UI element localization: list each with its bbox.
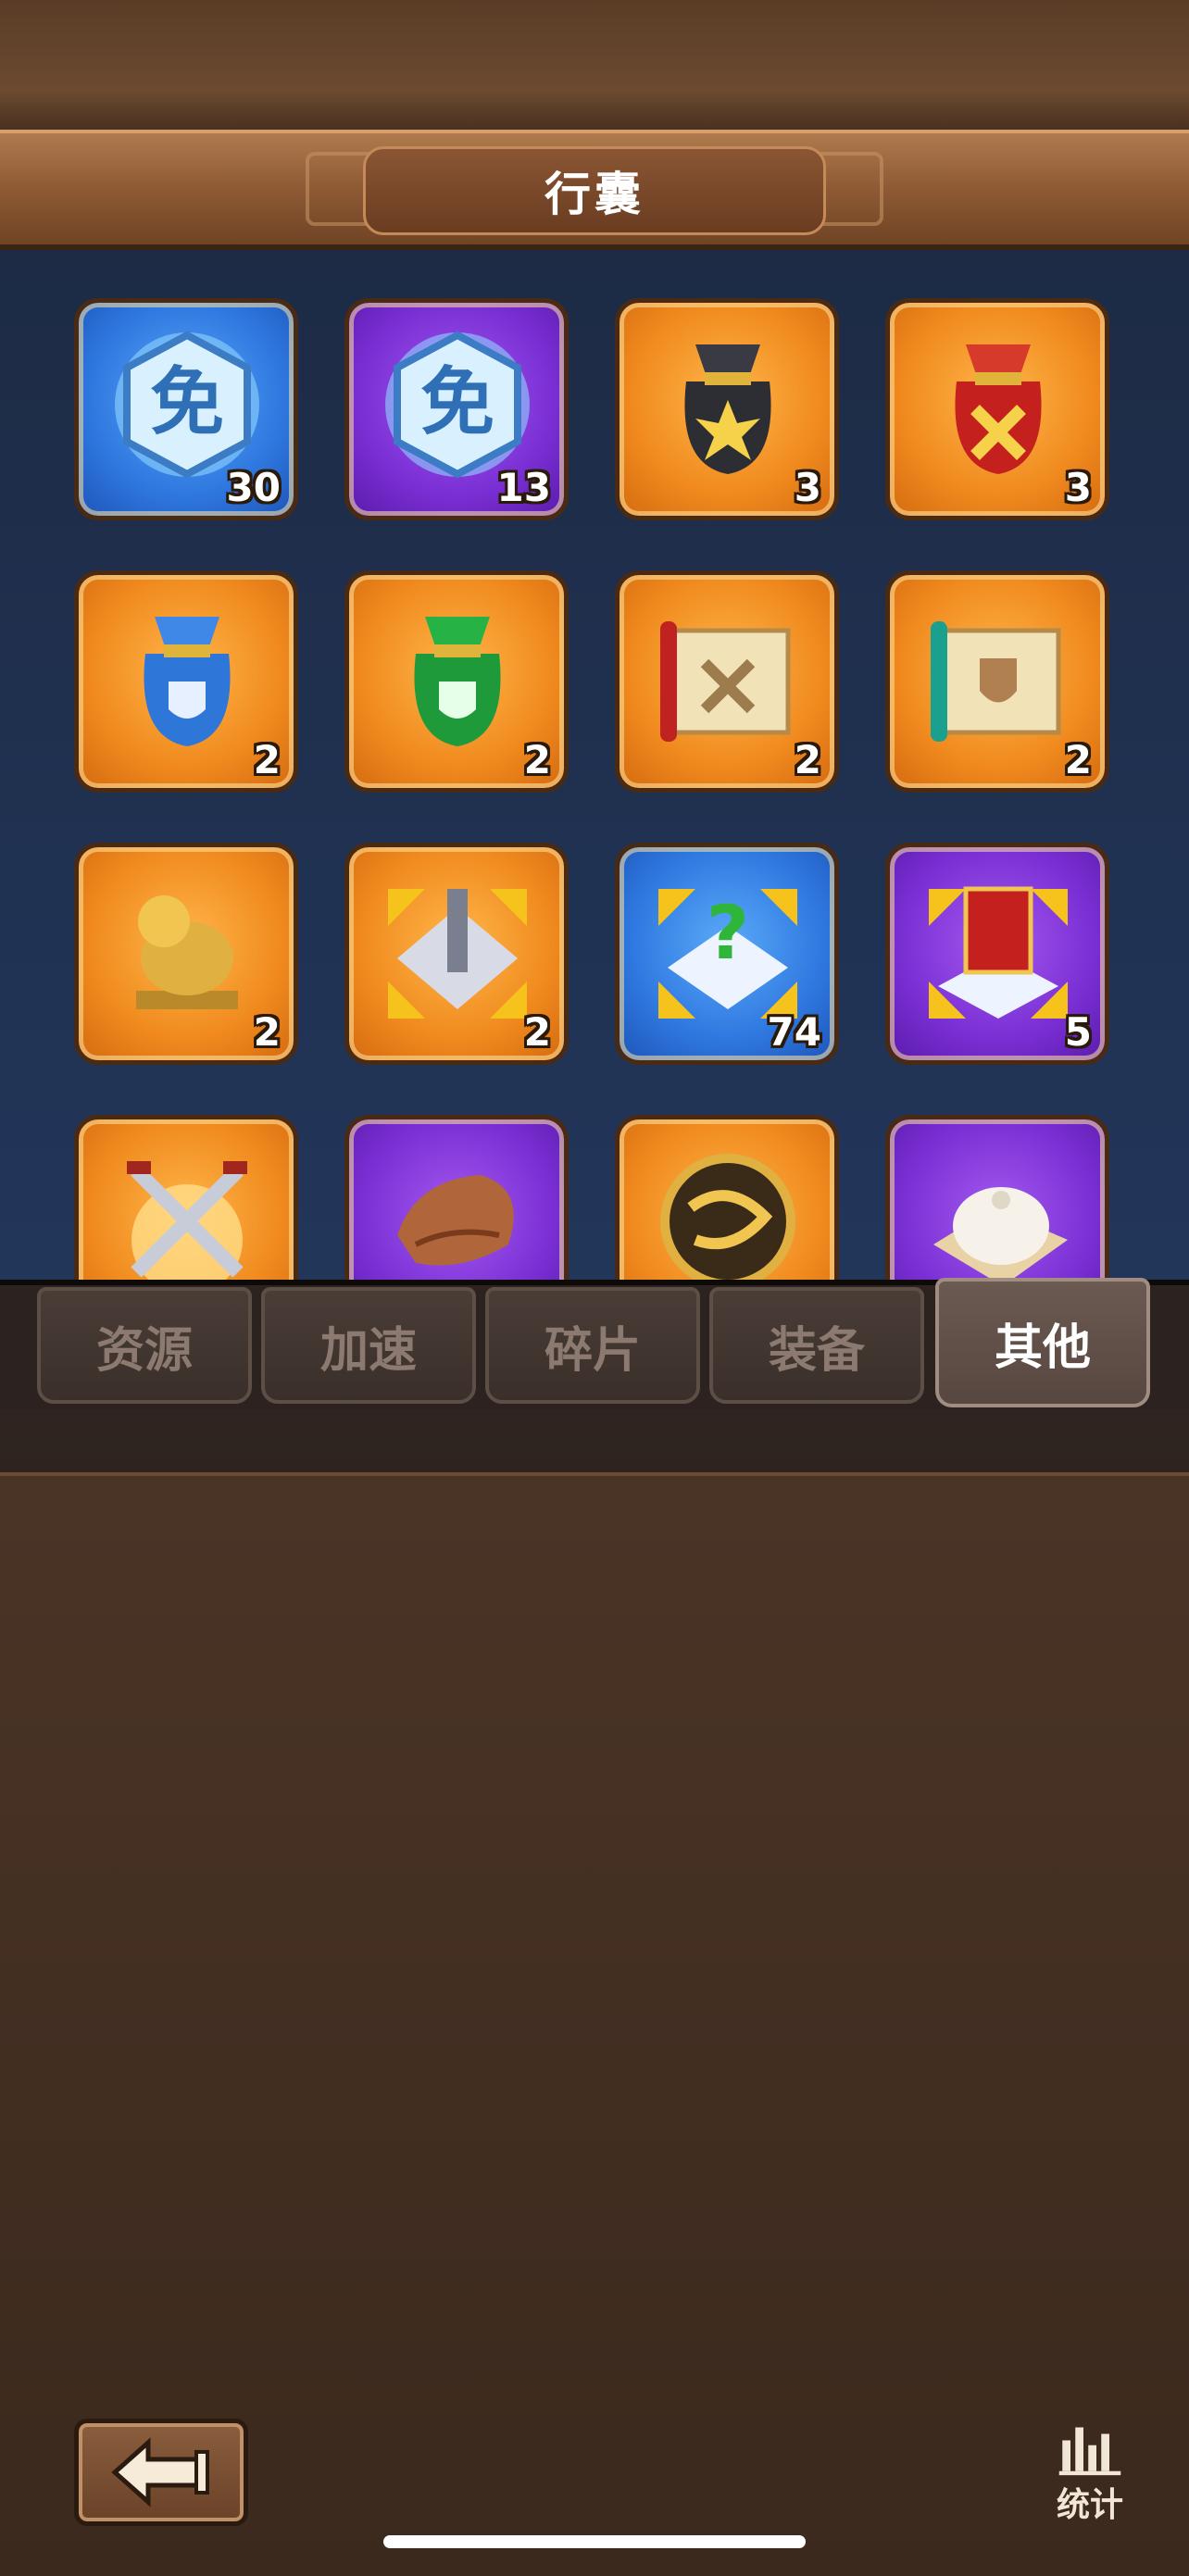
tab-1[interactable]: 加速 — [261, 1287, 476, 1404]
bottom-wood — [0, 1472, 1189, 2576]
inventory-item[interactable]: 2 — [74, 843, 298, 1065]
shield-token-icon: 免 — [371, 321, 544, 488]
blue-bag-icon — [101, 594, 273, 760]
item-count: 2 — [523, 1009, 551, 1055]
item-count: 2 — [1064, 737, 1092, 782]
inventory-item[interactable]: 免 13 — [344, 298, 569, 520]
inventory-item[interactable]: 3 — [615, 298, 839, 520]
page-title: 行囊 — [544, 168, 645, 221]
title-plate: 行囊 — [363, 146, 826, 235]
item-count: 2 — [253, 737, 281, 782]
item-count: 74 — [767, 1009, 821, 1055]
stats-label: 统计 — [1056, 2486, 1123, 2524]
inventory-item[interactable]: ? 74 — [615, 843, 839, 1065]
item-count: 2 — [523, 737, 551, 782]
home-indicator — [383, 2535, 806, 2548]
inventory-item[interactable]: 2 — [344, 570, 569, 793]
item-count: 2 — [794, 737, 821, 782]
item-count: 3 — [794, 465, 821, 510]
back-button[interactable] — [74, 2419, 248, 2526]
item-count: 30 — [226, 465, 281, 510]
defense-scroll-icon — [912, 594, 1084, 760]
inventory-item[interactable]: 2 — [74, 570, 298, 793]
tab-2[interactable]: 碎片 — [485, 1287, 700, 1404]
svg-text:?: ? — [707, 890, 749, 976]
tab-0[interactable]: 资源 — [37, 1287, 252, 1404]
random-relocate-icon: ? — [642, 866, 814, 1032]
bar-chart-icon — [1058, 2427, 1121, 2476]
inventory-item[interactable]: 2 — [344, 843, 569, 1065]
item-count: 13 — [496, 465, 551, 510]
title-bar: 行囊 — [0, 130, 1189, 250]
shield-token-icon: 免 — [101, 321, 273, 488]
stats-button[interactable]: 统计 — [1039, 2424, 1141, 2526]
svg-text:免: 免 — [150, 359, 224, 445]
red-bag-icon — [912, 321, 1084, 488]
inventory-item[interactable]: 3 — [885, 298, 1109, 520]
top-backdrop — [0, 0, 1189, 130]
item-count: 5 — [1064, 1009, 1092, 1055]
black-bag-icon — [642, 321, 814, 488]
svg-text:免: 免 — [420, 359, 494, 445]
green-bag-icon — [371, 594, 544, 760]
tab-bar: 资源 加速 碎片 装备 其他 — [0, 1278, 1189, 1409]
city-relocate-icon — [371, 866, 544, 1032]
back-arrow-icon — [111, 2437, 209, 2507]
tab-3[interactable]: 装备 — [709, 1287, 924, 1404]
item-count: 3 — [1064, 465, 1092, 510]
item-count: 2 — [253, 1009, 281, 1055]
banner-relocate-icon — [912, 866, 1084, 1032]
inventory-item[interactable]: 2 — [615, 570, 839, 793]
inventory-item[interactable]: 2 — [885, 570, 1109, 793]
attack-scroll-icon — [642, 594, 814, 760]
inventory-item[interactable]: 免 30 — [74, 298, 298, 520]
inventory-item[interactable]: 5 — [885, 843, 1109, 1065]
item-grid: 免30免1333222222?7454606923504388144834414… — [0, 250, 1189, 2154]
tab-4[interactable]: 其他 — [935, 1278, 1150, 1407]
golden-lion-icon — [101, 866, 273, 1032]
